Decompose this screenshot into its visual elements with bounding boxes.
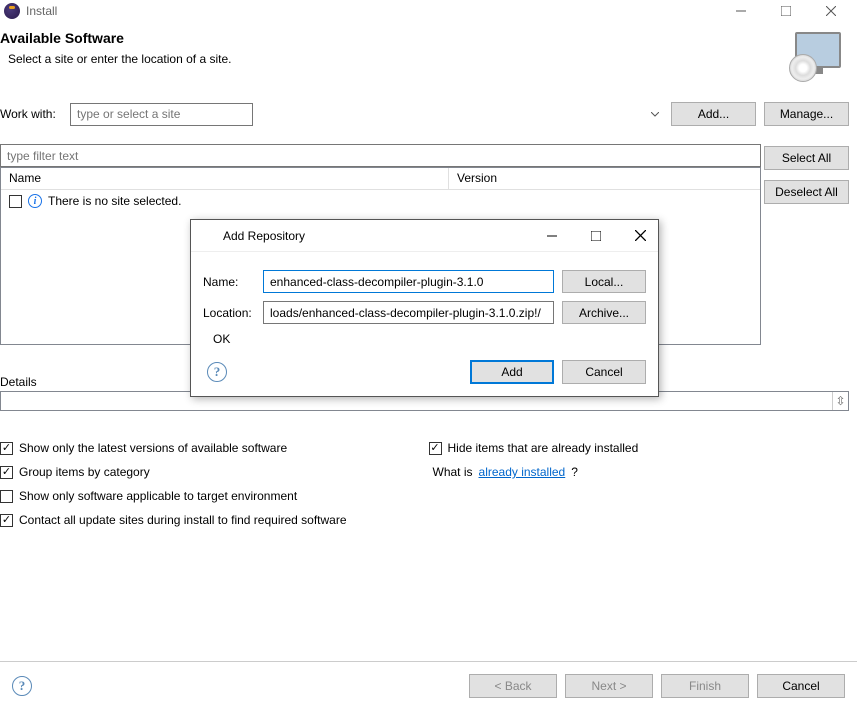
filter-input[interactable]: [0, 144, 761, 167]
row-checkbox[interactable]: [9, 195, 22, 208]
dialog-close-button[interactable]: [630, 226, 650, 246]
hide-installed-checkbox[interactable]: [429, 442, 442, 455]
minimize-button[interactable]: [718, 0, 763, 22]
hide-installed-label: Hide items that are already installed: [448, 441, 639, 455]
page-subtitle: Select a site or enter the location of a…: [8, 52, 785, 66]
window-titlebar: Install: [0, 0, 857, 22]
location-label: Location:: [203, 306, 255, 320]
what-is-prefix: What is: [433, 465, 473, 479]
add-repository-dialog: Add Repository Name: Local... Location: …: [190, 219, 659, 397]
column-name[interactable]: Name: [1, 168, 449, 189]
target-env-label: Show only software applicable to target …: [19, 489, 297, 503]
group-items-label: Group items by category: [19, 465, 150, 479]
workwith-input[interactable]: [70, 103, 253, 126]
contact-sites-checkbox[interactable]: [0, 514, 13, 527]
column-version[interactable]: Version: [449, 168, 760, 189]
eclipse-icon: [199, 228, 215, 244]
name-input[interactable]: [263, 270, 554, 293]
dialog-minimize-button[interactable]: [542, 226, 562, 246]
workwith-row: Work with: Add... Manage...: [0, 96, 857, 132]
eclipse-icon: [4, 3, 20, 19]
install-icon: [785, 30, 845, 86]
what-is-suffix: ?: [571, 465, 578, 479]
select-all-button[interactable]: Select All: [764, 146, 849, 170]
expand-icon[interactable]: ⇳: [832, 392, 848, 410]
dialog-cancel-button[interactable]: Cancel: [562, 360, 646, 384]
cancel-button[interactable]: Cancel: [757, 674, 845, 698]
dialog-status: OK: [213, 332, 646, 346]
finish-button[interactable]: Finish: [661, 674, 749, 698]
next-button[interactable]: Next >: [565, 674, 653, 698]
page-title: Available Software: [0, 30, 785, 46]
dialog-maximize-button[interactable]: [586, 226, 606, 246]
help-icon[interactable]: ?: [12, 676, 32, 696]
workwith-label: Work with:: [0, 107, 62, 121]
local-button[interactable]: Local...: [562, 270, 646, 293]
table-row: i There is no site selected.: [9, 194, 752, 208]
wizard-button-bar: ? < Back Next > Finish Cancel: [0, 661, 857, 709]
info-icon: i: [28, 194, 42, 208]
contact-sites-label: Contact all update sites during install …: [19, 513, 347, 527]
manage-sites-button[interactable]: Manage...: [764, 102, 849, 126]
name-label: Name:: [203, 275, 255, 289]
dialog-titlebar: Add Repository: [191, 220, 658, 252]
dialog-help-icon[interactable]: ?: [207, 362, 227, 382]
latest-versions-checkbox[interactable]: [0, 442, 13, 455]
header-section: Available Software Select a site or ente…: [0, 22, 857, 96]
no-site-text: There is no site selected.: [48, 194, 181, 208]
archive-button[interactable]: Archive...: [562, 301, 646, 324]
maximize-button[interactable]: [763, 0, 808, 22]
add-site-button[interactable]: Add...: [671, 102, 756, 126]
dialog-title: Add Repository: [223, 229, 305, 243]
back-button[interactable]: < Back: [469, 674, 557, 698]
target-env-checkbox[interactable]: [0, 490, 13, 503]
deselect-all-button[interactable]: Deselect All: [764, 180, 849, 204]
already-installed-link[interactable]: already installed: [479, 465, 566, 479]
chevron-down-icon[interactable]: [651, 107, 659, 121]
dialog-add-button[interactable]: Add: [470, 360, 554, 384]
window-title: Install: [26, 4, 57, 18]
location-input[interactable]: [263, 301, 554, 324]
latest-versions-label: Show only the latest versions of availab…: [19, 441, 287, 455]
group-items-checkbox[interactable]: [0, 466, 13, 479]
close-button[interactable]: [808, 0, 853, 22]
